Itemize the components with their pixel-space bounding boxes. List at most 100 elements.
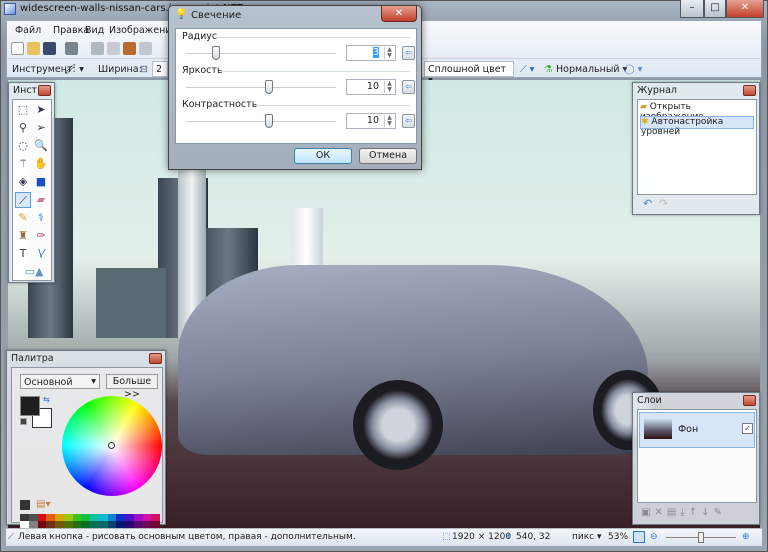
color-swatch[interactable] [151, 514, 161, 521]
color-swatch[interactable] [107, 521, 117, 528]
merge-layer-icon[interactable]: ⤓ [680, 507, 688, 518]
antialias-dropdown[interactable]: ⟋ ▾ [520, 64, 534, 75]
zoom-slider[interactable] [666, 532, 736, 543]
color-swatch[interactable] [37, 521, 47, 528]
color-swatch[interactable] [37, 514, 47, 521]
color-swatch[interactable] [90, 514, 99, 521]
param-input[interactable]: 10 ▲ ▼ [346, 79, 396, 95]
maximize-button[interactable]: □ [704, 0, 726, 18]
color-wheel[interactable] [62, 396, 162, 496]
redo-icon[interactable]: ↷ [659, 197, 668, 210]
history-item-selected[interactable]: ✱ Автонастройка уровней [640, 116, 754, 137]
ellipse-select-icon[interactable]: ◌ [15, 138, 31, 154]
paste-icon[interactable] [123, 42, 136, 55]
ok-button[interactable]: ОК [294, 148, 352, 164]
color-swatch[interactable] [98, 521, 108, 528]
rectangle-select-icon[interactable]: ⬚ [15, 102, 31, 118]
history-panel-close-button[interactable] [743, 85, 756, 96]
param-slider[interactable] [186, 46, 336, 60]
lasso-icon[interactable]: ⚲ [15, 120, 31, 136]
layers-panel-close-button[interactable] [743, 395, 756, 406]
width-decrease-icon[interactable]: ⊟ [140, 64, 148, 75]
fill-dropdown[interactable]: Сплошной цвет ▾ [424, 61, 514, 86]
move-up-icon[interactable]: ↑ [689, 507, 701, 518]
color-swatch[interactable] [116, 521, 126, 528]
zoom-out-icon[interactable]: ⊖ [650, 532, 658, 542]
color-swatch[interactable] [46, 514, 56, 521]
paint-bucket-icon[interactable]: ◈ [15, 174, 31, 190]
palette-menu-icon[interactable]: ▤▾ [36, 499, 50, 510]
units-dropdown[interactable]: пикс ▾ [572, 532, 602, 542]
color-swatch[interactable] [72, 521, 82, 528]
param-slider[interactable] [186, 114, 336, 128]
copy-icon[interactable] [107, 42, 120, 55]
swap-colors-icon[interactable]: ⇆ [43, 395, 50, 404]
cancel-button[interactable]: Отмена [359, 148, 417, 164]
reset-param-button[interactable]: ⇦ [402, 80, 415, 94]
pan-icon[interactable]: ✋ [33, 156, 49, 172]
width-input[interactable]: 2 [152, 61, 168, 77]
save-icon[interactable] [43, 42, 56, 55]
open-icon[interactable] [27, 42, 40, 55]
param-input[interactable]: 10 ▲ ▼ [346, 113, 396, 129]
zoom-in-icon[interactable]: ⊕ [742, 532, 750, 542]
menu-edit[interactable]: Правка [53, 25, 89, 36]
spin-buttons[interactable]: ▲ ▼ [384, 47, 394, 59]
dialog-close-button[interactable]: ✕ [381, 6, 417, 22]
text-icon[interactable]: T [15, 246, 31, 262]
zoom-value[interactable]: 53% [608, 532, 628, 542]
move-down-icon[interactable]: ↓ [701, 507, 713, 518]
cut-icon[interactable] [91, 42, 104, 55]
reset-param-button[interactable]: ⇦ [402, 114, 415, 128]
color-swatch[interactable] [81, 514, 91, 521]
shapes-icon[interactable]: ▭▲ [23, 264, 45, 280]
color-swatch[interactable] [28, 521, 38, 528]
color-swatch[interactable] [116, 514, 126, 521]
color-swatch[interactable] [125, 521, 134, 528]
reset-colors-icon[interactable] [20, 418, 27, 425]
recolor-icon[interactable]: ✑ [33, 228, 49, 244]
slider-thumb[interactable] [264, 80, 273, 94]
color-swatch[interactable] [133, 514, 143, 521]
color-swatch[interactable] [98, 514, 108, 521]
fit-window-button[interactable] [633, 531, 645, 543]
color-swatch[interactable] [142, 521, 152, 528]
layer-properties-icon[interactable]: ✎ [714, 507, 726, 518]
move-selection-icon[interactable]: ➤ [33, 102, 49, 118]
add-color-icon[interactable] [20, 500, 30, 510]
zoom-icon[interactable]: 🔍 [33, 138, 49, 154]
move-selected-icon[interactable]: ➢ [33, 120, 49, 136]
close-button[interactable]: ✕ [726, 0, 764, 18]
color-swatch[interactable] [125, 514, 134, 521]
new-icon[interactable] [11, 42, 24, 55]
more-button[interactable]: Больше >> [106, 374, 158, 400]
blend-dropdown[interactable]: Нормальный ▾ [556, 64, 627, 75]
crop-icon[interactable] [139, 42, 152, 55]
param-slider[interactable] [186, 80, 336, 94]
paintbrush-icon[interactable]: ⟋ [15, 192, 31, 208]
gradient-icon[interactable]: ■ [33, 174, 49, 190]
color-swatch[interactable] [63, 521, 73, 528]
slider-thumb[interactable] [212, 46, 220, 60]
spin-buttons[interactable]: ▲ ▼ [384, 115, 394, 127]
tools-panel-close-button[interactable] [38, 85, 51, 96]
color-swatch[interactable] [46, 521, 56, 528]
palette-mode-dropdown[interactable]: Основной ▾ [20, 374, 100, 389]
selection-mode-dropdown[interactable]: ◯ ▾ [624, 64, 642, 75]
history-item[interactable]: ▰ Открыть изображение [640, 102, 754, 122]
color-swatch[interactable] [63, 514, 73, 521]
spin-buttons[interactable]: ▲ ▼ [384, 81, 394, 93]
menu-file[interactable]: Файл [15, 25, 41, 36]
magic-wand-icon[interactable]: ⚚ [15, 156, 31, 172]
slider-thumb[interactable] [264, 114, 273, 128]
primary-color-swatch[interactable] [20, 396, 40, 416]
line-curve-icon[interactable]: \⁄ [33, 246, 49, 262]
tool-brush-dropdown[interactable]: 🖌 ▾ [64, 64, 84, 75]
pencil-icon[interactable]: ✎ [15, 210, 31, 226]
color-swatch[interactable] [55, 521, 64, 528]
delete-layer-icon[interactable]: ✕ [654, 507, 666, 518]
print-icon[interactable] [65, 42, 78, 55]
color-swatch[interactable] [20, 514, 29, 521]
color-swatch[interactable] [55, 514, 64, 521]
color-swatch[interactable] [151, 521, 161, 528]
